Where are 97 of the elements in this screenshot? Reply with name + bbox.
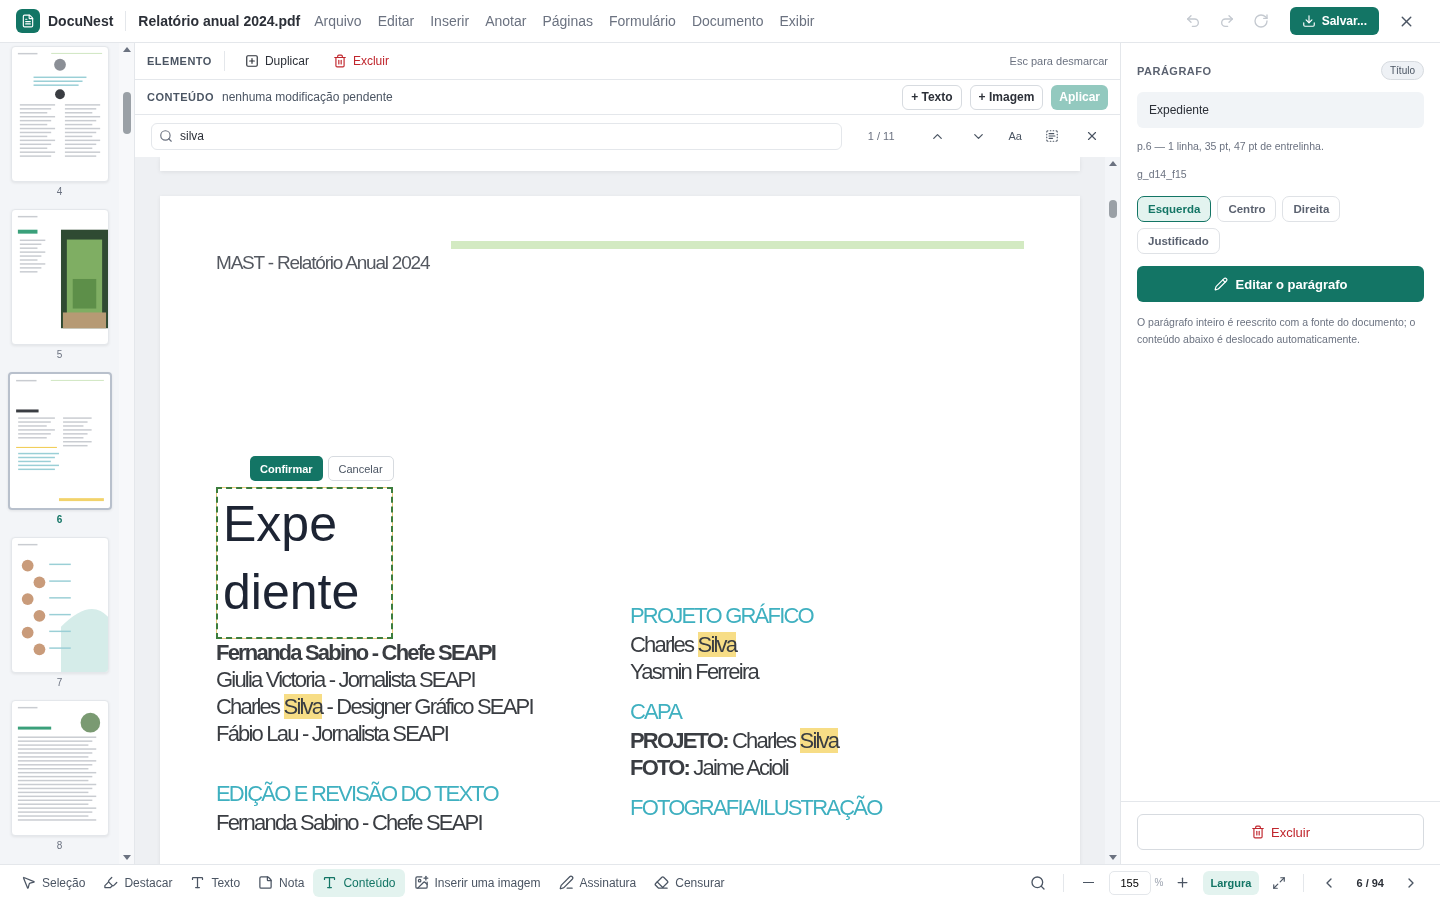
delete-button[interactable]: Excluir xyxy=(324,52,397,70)
page-number: 5 xyxy=(56,349,63,360)
download-icon xyxy=(1301,14,1316,28)
expand-icon xyxy=(1272,875,1287,890)
tool-button[interactable]: Texto xyxy=(181,868,250,897)
credit-line: Fernanda Sabino - Chefe SEAPI xyxy=(216,809,482,836)
page-number: 8 xyxy=(56,840,63,851)
match-case-button[interactable]: Aa xyxy=(1002,126,1028,146)
tool-button[interactable]: Destacar xyxy=(94,868,182,897)
confirm-button[interactable]: Confirmar xyxy=(250,456,323,481)
add-button[interactable]: + Texto xyxy=(902,84,962,110)
help-text: O parágrafo inteiro é reescrito com a fonte do documento; o conteúdo abaixo é deslocado automaticamente. xyxy=(1137,315,1417,347)
page-number: 4 xyxy=(56,186,63,197)
trash-icon xyxy=(1251,825,1265,839)
pencil-icon xyxy=(1213,277,1228,291)
app-name: DocuNest xyxy=(48,13,114,29)
menu-item[interactable]: Documento xyxy=(683,9,772,33)
undo-icon xyxy=(1184,13,1201,29)
menu-item[interactable]: Editar xyxy=(369,9,423,33)
text-select-icon xyxy=(1045,129,1059,143)
menu-item[interactable]: Páginas xyxy=(534,9,601,33)
plus-icon xyxy=(1174,875,1190,890)
alignment-button[interactable]: Direita xyxy=(1282,196,1341,222)
duplicate-button[interactable]: Duplicar xyxy=(236,52,317,70)
paragraph-text-field[interactable]: Expediente xyxy=(1137,92,1424,128)
tool-button[interactable]: Seleção xyxy=(12,868,95,897)
menu-item[interactable]: Exibir xyxy=(771,9,823,33)
page-indicator: 6 / 94 xyxy=(1356,876,1384,889)
delete-button[interactable]: Excluir xyxy=(1137,814,1424,850)
scrollbar[interactable] xyxy=(119,43,134,864)
credit-line: Giulia Victoria - Jornalista SEAPI xyxy=(216,666,475,693)
caret-down-icon[interactable] xyxy=(122,855,131,860)
search-icon xyxy=(1029,874,1046,891)
edit-paragraph-button[interactable]: Editar o parágrafo xyxy=(1137,266,1424,302)
reload-icon xyxy=(1252,13,1269,29)
paragraph-info: p.6 — 1 linha, 35 pt, 47 pt de entrelinha. xyxy=(1137,140,1325,152)
tool-button[interactable]: Censurar xyxy=(645,868,734,897)
tool-button[interactable]: Inserir uma imagem xyxy=(404,868,550,897)
scrollbar-thumb[interactable] xyxy=(1108,200,1117,218)
zoom-field[interactable]: 155 xyxy=(1108,870,1151,895)
highlighter-icon xyxy=(103,875,119,890)
scrollbar-thumb[interactable] xyxy=(122,92,131,134)
save-button[interactable]: Salvar... xyxy=(1289,7,1379,35)
note-icon xyxy=(258,875,274,890)
credit-line: FOTO: Jaime Acioli xyxy=(630,754,788,781)
menu-item[interactable]: Arquivo xyxy=(306,9,370,33)
search-field[interactable]: silva xyxy=(151,122,842,150)
tool-button[interactable]: Nota xyxy=(249,868,314,897)
zoom-unit: % xyxy=(1154,877,1164,888)
menu-item[interactable]: Formulário xyxy=(601,9,684,33)
redo-icon xyxy=(1218,13,1235,29)
close-icon xyxy=(1085,129,1099,143)
alignment-button[interactable]: Justificado xyxy=(1137,228,1220,254)
add-square-icon xyxy=(244,54,259,68)
add-button[interactable]: + Imagem xyxy=(969,84,1044,110)
tool-button[interactable]: Assinatura xyxy=(549,868,646,897)
section-label: CONTEÚDO xyxy=(147,91,214,103)
panel-title: PARÁGRAFO xyxy=(1137,64,1212,77)
credit-line: Fábio Lau - Jornalista SEAPI xyxy=(216,720,449,747)
tool-button[interactable]: Conteúdo xyxy=(313,868,405,897)
pen-icon xyxy=(558,875,574,890)
trash-icon xyxy=(332,54,347,68)
match-count: 1 / 11 xyxy=(867,130,895,142)
app-logo xyxy=(16,9,40,33)
alignment-button[interactable]: Centro xyxy=(1217,196,1277,222)
element-id: g_d14_f15 xyxy=(1137,168,1188,180)
hint-text: Esc para desmarcar xyxy=(1009,55,1108,67)
credit-line: Yasmin Ferreira xyxy=(630,658,758,685)
caret-down-icon[interactable] xyxy=(1108,855,1117,860)
page-thumbnail[interactable] xyxy=(7,372,112,510)
eraser-icon xyxy=(654,875,670,890)
scrollbar[interactable] xyxy=(1105,157,1120,864)
text-icon xyxy=(322,875,338,890)
section-heading: PROJETO GRÁFICO xyxy=(630,602,813,630)
menu-item[interactable]: Anotar xyxy=(477,9,535,33)
caret-up-icon[interactable] xyxy=(122,47,131,52)
style-tag: Título xyxy=(1381,61,1424,80)
page-number: 7 xyxy=(56,677,63,688)
fit-width-button[interactable]: Largura xyxy=(1202,870,1260,895)
section-heading: FOTOGRAFIA/ILUSTRAÇÃO xyxy=(630,794,882,822)
alignment-button[interactable]: Esquerda xyxy=(1137,196,1212,222)
section-heading: CAPA xyxy=(630,698,682,726)
page-header-text: MAST - Relatório Anual 2024 xyxy=(216,252,430,274)
text-icon xyxy=(190,875,206,890)
section-label: ELEMENTO xyxy=(147,55,212,67)
pointer-icon xyxy=(21,875,36,890)
status-text: nenhuma modificação pendente xyxy=(221,90,393,104)
page-number: 6 xyxy=(56,514,63,525)
credit-line: Fernanda Sabino - Chefe SEAPI xyxy=(216,639,496,666)
caret-up-icon[interactable] xyxy=(1108,161,1117,166)
document-title: Relatório anual 2024.pdf xyxy=(138,13,301,29)
image-add-icon xyxy=(413,875,429,890)
paragraph-editor[interactable]: Expediente xyxy=(216,487,393,639)
menu-item[interactable]: Inserir xyxy=(422,9,478,33)
minus-icon xyxy=(1082,881,1094,884)
cancel-button[interactable]: Cancelar xyxy=(327,456,394,481)
section-heading: EDIÇÃO E REVISÃO DO TEXTO xyxy=(216,780,498,808)
